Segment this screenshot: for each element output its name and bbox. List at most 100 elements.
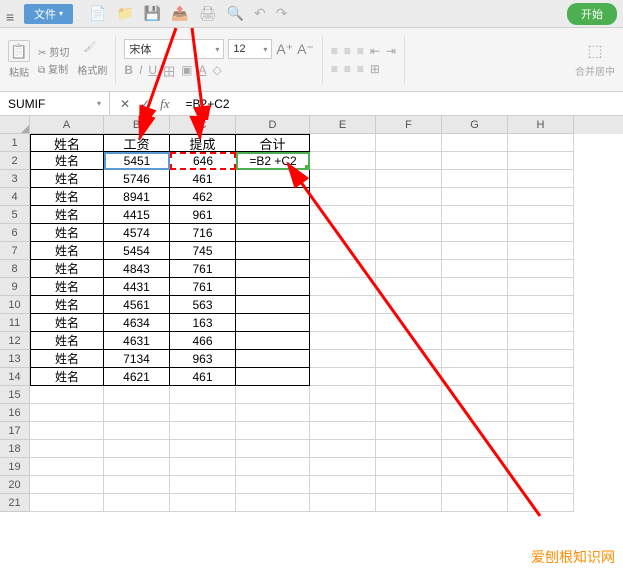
cell-E11[interactable]	[310, 314, 376, 332]
cell-F21[interactable]	[376, 494, 442, 512]
bold-button[interactable]: B	[124, 63, 133, 80]
col-header-A[interactable]: A	[30, 116, 104, 134]
cell-D1[interactable]: 合计	[236, 134, 310, 152]
cell-F17[interactable]	[376, 422, 442, 440]
strike-button[interactable]: 田	[163, 63, 175, 80]
cell-D8[interactable]	[236, 260, 310, 278]
cell-D14[interactable]	[236, 368, 310, 386]
cell-F10[interactable]	[376, 296, 442, 314]
cell-A21[interactable]	[30, 494, 104, 512]
cell-C6[interactable]: 716	[170, 224, 236, 242]
cell-G17[interactable]	[442, 422, 508, 440]
cell-B1[interactable]: 工资	[104, 134, 170, 152]
cell-H12[interactable]	[508, 332, 574, 350]
row-header-14[interactable]: 14	[0, 368, 30, 386]
confirm-icon[interactable]: ✓	[140, 97, 150, 111]
row-header-16[interactable]: 16	[0, 404, 30, 422]
cell-G4[interactable]	[442, 188, 508, 206]
row-header-19[interactable]: 19	[0, 458, 30, 476]
cell-D6[interactable]	[236, 224, 310, 242]
cell-E1[interactable]	[310, 134, 376, 152]
cell-G14[interactable]	[442, 368, 508, 386]
cell-D13[interactable]	[236, 350, 310, 368]
indent-left-icon[interactable]: ⇤	[370, 44, 380, 58]
cell-G11[interactable]	[442, 314, 508, 332]
cell-A18[interactable]	[30, 440, 104, 458]
cell-B16[interactable]	[104, 404, 170, 422]
row-header-13[interactable]: 13	[0, 350, 30, 368]
cancel-icon[interactable]: ✕	[120, 97, 130, 111]
cell-F13[interactable]	[376, 350, 442, 368]
row-header-9[interactable]: 9	[0, 278, 30, 296]
cell-E15[interactable]	[310, 386, 376, 404]
cell-C10[interactable]: 563	[170, 296, 236, 314]
cell-G6[interactable]	[442, 224, 508, 242]
row-header-3[interactable]: 3	[0, 170, 30, 188]
cell-C9[interactable]: 761	[170, 278, 236, 296]
cell-D17[interactable]	[236, 422, 310, 440]
cell-D15[interactable]	[236, 386, 310, 404]
select-all-corner[interactable]	[0, 116, 30, 134]
formula-input[interactable]: =B2+C2	[180, 97, 236, 111]
cell-B15[interactable]	[104, 386, 170, 404]
row-header-8[interactable]: 8	[0, 260, 30, 278]
cell-B6[interactable]: 4574	[104, 224, 170, 242]
cell-C5[interactable]: 961	[170, 206, 236, 224]
cell-G19[interactable]	[442, 458, 508, 476]
name-box[interactable]: SUMIF	[0, 92, 110, 115]
cell-C20[interactable]	[170, 476, 236, 494]
cell-F1[interactable]	[376, 134, 442, 152]
cell-A12[interactable]: 姓名	[30, 332, 104, 350]
cell-F6[interactable]	[376, 224, 442, 242]
copy-button[interactable]: 复制	[38, 61, 69, 76]
cell-C8[interactable]: 761	[170, 260, 236, 278]
font-size-select[interactable]: 12	[228, 39, 272, 59]
cell-A10[interactable]: 姓名	[30, 296, 104, 314]
cell-H6[interactable]	[508, 224, 574, 242]
cell-G8[interactable]	[442, 260, 508, 278]
cell-F11[interactable]	[376, 314, 442, 332]
cell-E20[interactable]	[310, 476, 376, 494]
cell-G13[interactable]	[442, 350, 508, 368]
cell-A6[interactable]: 姓名	[30, 224, 104, 242]
cell-D3[interactable]	[236, 170, 310, 188]
cell-F2[interactable]	[376, 152, 442, 170]
wrap-text-icon[interactable]: ⊞	[370, 62, 380, 76]
align-top-icon[interactable]: ≡	[331, 44, 338, 58]
cell-F19[interactable]	[376, 458, 442, 476]
cell-D4[interactable]	[236, 188, 310, 206]
cell-F5[interactable]	[376, 206, 442, 224]
cell-C2[interactable]: 646	[170, 152, 236, 170]
cell-H8[interactable]	[508, 260, 574, 278]
row-header-15[interactable]: 15	[0, 386, 30, 404]
format-painter[interactable]: 格式刷	[77, 42, 107, 77]
cell-F18[interactable]	[376, 440, 442, 458]
cell-C13[interactable]: 963	[170, 350, 236, 368]
increase-font-icon[interactable]: A⁺	[276, 41, 293, 58]
cell-C12[interactable]: 466	[170, 332, 236, 350]
cell-A11[interactable]: 姓名	[30, 314, 104, 332]
cell-H3[interactable]	[508, 170, 574, 188]
cell-H17[interactable]	[508, 422, 574, 440]
col-header-H[interactable]: H	[508, 116, 574, 134]
cell-E9[interactable]	[310, 278, 376, 296]
cell-B21[interactable]	[104, 494, 170, 512]
open-icon[interactable]: 📁	[116, 5, 133, 22]
row-header-21[interactable]: 21	[0, 494, 30, 512]
cell-B3[interactable]: 5746	[104, 170, 170, 188]
cell-A7[interactable]: 姓名	[30, 242, 104, 260]
cell-B18[interactable]	[104, 440, 170, 458]
cell-F7[interactable]	[376, 242, 442, 260]
row-header-20[interactable]: 20	[0, 476, 30, 494]
cell-G2[interactable]	[442, 152, 508, 170]
row-header-18[interactable]: 18	[0, 440, 30, 458]
new-icon[interactable]: 📄	[89, 5, 106, 22]
cut-button[interactable]: 剪切	[38, 44, 69, 59]
cell-F9[interactable]	[376, 278, 442, 296]
cell-style-button[interactable]: ◇	[212, 63, 221, 80]
col-header-G[interactable]: G	[442, 116, 508, 134]
cell-A16[interactable]	[30, 404, 104, 422]
cell-G1[interactable]	[442, 134, 508, 152]
cell-A1[interactable]: 姓名	[30, 134, 104, 152]
cell-G7[interactable]	[442, 242, 508, 260]
